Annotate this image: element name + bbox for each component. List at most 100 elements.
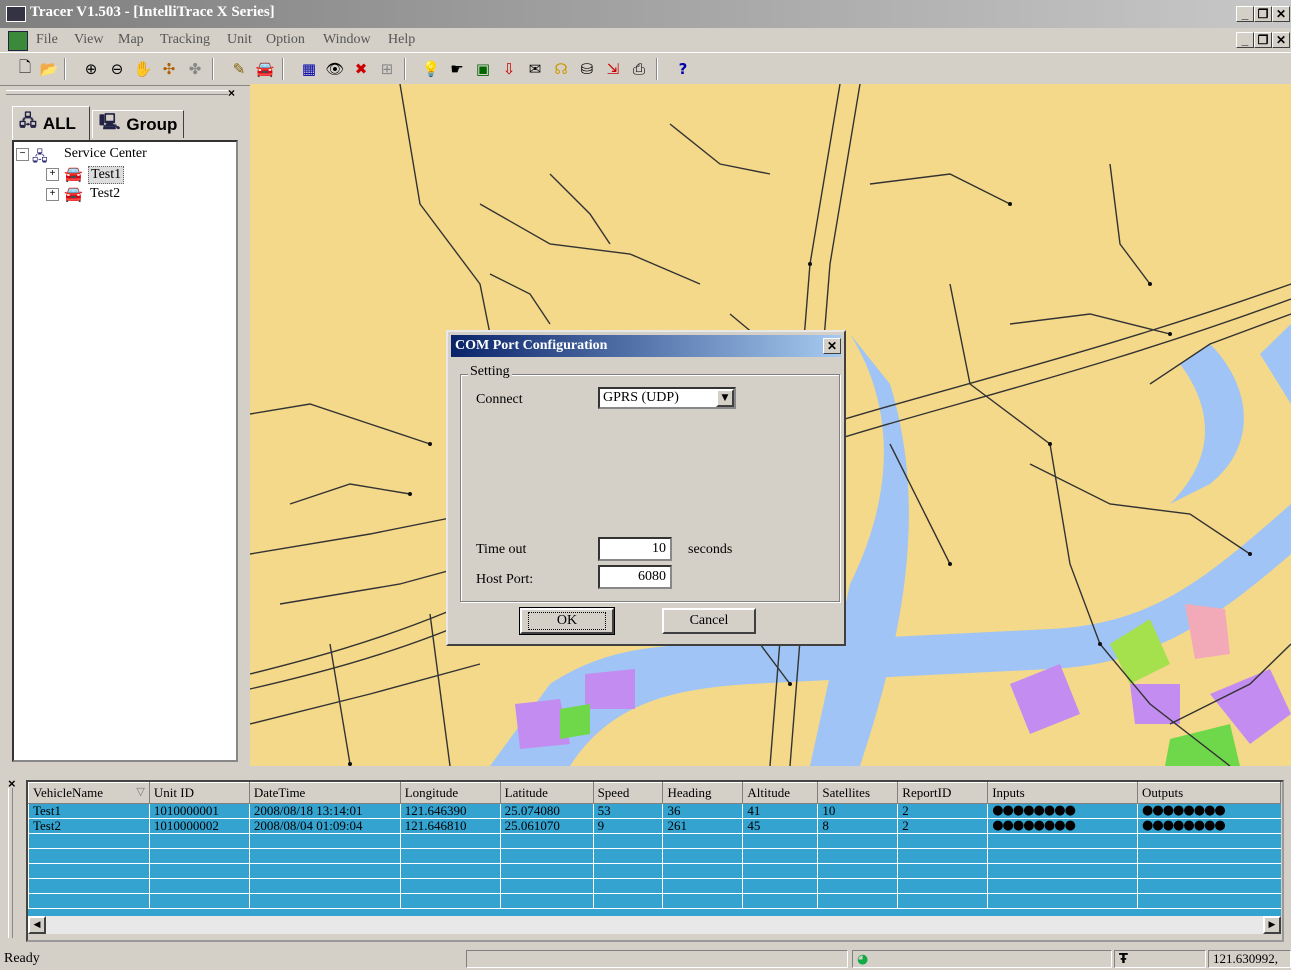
help-icon[interactable]: ?: [672, 58, 694, 80]
collapse-icon[interactable]: −: [16, 148, 29, 161]
zoom-out-icon[interactable]: ⊖: [106, 58, 128, 80]
col-header-reportid[interactable]: ReportID: [897, 782, 989, 804]
col-header-altitude[interactable]: Altitude: [742, 782, 819, 804]
menu-option[interactable]: Option: [266, 32, 305, 48]
dialog-close-button[interactable]: ✕: [823, 338, 841, 354]
scroll-right-icon[interactable]: ▶: [1263, 916, 1281, 934]
menu-view[interactable]: View: [74, 32, 103, 48]
restore-button[interactable]: ❐: [1254, 6, 1272, 22]
table-cell: 8: [817, 818, 898, 834]
map-layer-icon[interactable]: ▦: [298, 58, 320, 80]
connect-select[interactable]: GPRS (UDP) ▼: [598, 387, 736, 409]
hand-point-icon[interactable]: ☛: [446, 58, 468, 80]
empty-row[interactable]: [28, 848, 1281, 864]
vehicle-icon[interactable]: 🚘: [254, 58, 276, 80]
menu-map[interactable]: Map: [118, 32, 144, 48]
table-row[interactable]: Test1 1010000001 2008/08/18 13:14:01 121.64…: [28, 803, 1281, 819]
menu-tracking[interactable]: Tracking: [160, 32, 210, 48]
grid-horizontal-scrollbar[interactable]: ◀ ▶: [28, 916, 1281, 934]
delete-icon[interactable]: ✖: [350, 58, 372, 80]
expand-icon[interactable]: +: [46, 168, 59, 181]
toolbar: 🗋 📂 ⊕ ⊖ ✋ ✣ ✤ ✎ 🚘 ▦ 👁 ✖ ⊞ 💡 ☛ ▣ ⇩ ✉ ☊ ⛁ …: [0, 52, 1291, 86]
listen-icon[interactable]: ☊: [550, 58, 572, 80]
grid-icon[interactable]: ⊞: [376, 58, 398, 80]
table-cell: [148, 833, 250, 849]
col-header-latitude[interactable]: Latitude: [499, 782, 594, 804]
table-cell: [499, 893, 594, 909]
col-header-inputs[interactable]: Inputs: [987, 782, 1139, 804]
menu-file[interactable]: File: [36, 32, 58, 48]
table-cell: [499, 833, 594, 849]
table-cell: [742, 848, 818, 864]
message-icon[interactable]: ✉: [524, 58, 546, 80]
new-icon[interactable]: 🗋: [14, 58, 36, 80]
empty-row[interactable]: [28, 833, 1281, 849]
mdi-restore-button[interactable]: ❐: [1254, 32, 1272, 48]
timeout-unit-label: seconds: [688, 542, 733, 557]
panel-gripper[interactable]: [6, 90, 228, 95]
table-cell: [817, 848, 898, 864]
col-header-datetime[interactable]: DateTime: [248, 782, 401, 804]
tab-group[interactable]: 🖳 Group: [92, 110, 184, 138]
tree-item-test2[interactable]: Test2: [90, 186, 120, 202]
table-cell: 10: [817, 803, 898, 819]
bulb-icon[interactable]: 💡: [420, 58, 442, 80]
cancel-button[interactable]: Cancel: [662, 608, 756, 634]
table-row[interactable]: Test2 1010000002 2008/08/04 01:09:04 121.64…: [28, 818, 1281, 834]
timeout-input[interactable]: 10: [598, 537, 672, 561]
pan-hand-icon[interactable]: ✋: [132, 58, 154, 80]
edit-icon[interactable]: ✎: [228, 58, 250, 80]
app-icon: [6, 6, 26, 22]
hostport-input[interactable]: 6080: [598, 565, 672, 589]
database-icon[interactable]: ⛁: [576, 58, 598, 80]
hostport-label: Host Port:: [476, 572, 534, 587]
table-cell: Test2: [28, 818, 150, 834]
eye-icon[interactable]: 👁: [324, 58, 346, 80]
menu-window[interactable]: Window: [323, 32, 371, 48]
panel-close-icon[interactable]: ×: [228, 86, 235, 100]
col-header-vehiclename[interactable]: VehicleName ▽: [28, 782, 150, 804]
tree-root-label[interactable]: Service Center: [64, 146, 147, 162]
table-cell: [248, 878, 401, 894]
chevron-down-icon[interactable]: ▼: [716, 389, 734, 407]
close-button[interactable]: ✕: [1272, 6, 1290, 22]
scroll-left-icon[interactable]: ◀: [28, 916, 46, 934]
export-icon[interactable]: ⇲: [602, 58, 624, 80]
device-icon[interactable]: ▣: [472, 58, 494, 80]
download-icon[interactable]: ⇩: [498, 58, 520, 80]
ok-button[interactable]: OK: [519, 607, 615, 635]
print-icon[interactable]: ⎙: [628, 58, 650, 80]
menu-unit[interactable]: Unit: [227, 32, 252, 48]
tab-group-label: Group: [126, 114, 178, 134]
col-header-satellites[interactable]: Satellites: [817, 782, 899, 804]
tab-all[interactable]: 🖧 ALL: [12, 106, 90, 140]
open-icon[interactable]: 📂: [38, 58, 60, 80]
mdi-minimize-button[interactable]: _: [1236, 32, 1254, 48]
expand-icon[interactable]: +: [46, 188, 59, 201]
col-header-longitude[interactable]: Longitude: [399, 782, 501, 804]
crosshair-icon[interactable]: ✣: [158, 58, 180, 80]
vehicle-grid: VehicleName ▽ Unit ID DateTime Longitude …: [28, 782, 1281, 916]
col-header-speed[interactable]: Speed: [592, 782, 664, 804]
empty-row[interactable]: [28, 893, 1281, 909]
col-header-heading[interactable]: Heading: [662, 782, 744, 804]
tree-item-test1[interactable]: Test1: [88, 166, 125, 184]
menu-help[interactable]: Help: [388, 32, 415, 48]
tab-all-label: ALL: [42, 113, 76, 133]
col-header-outputs[interactable]: Outputs: [1137, 782, 1281, 804]
table-cell: [592, 878, 663, 894]
measure-icon[interactable]: ✤: [184, 58, 206, 80]
table-cell: 2: [897, 803, 988, 819]
river-shape: [1260, 324, 1291, 404]
zoom-in-icon[interactable]: ⊕: [80, 58, 102, 80]
empty-row[interactable]: [28, 863, 1281, 879]
table-cell: [28, 863, 150, 879]
table-cell: [1137, 863, 1281, 879]
minimize-button[interactable]: _: [1236, 6, 1254, 22]
mdi-close-button[interactable]: ✕: [1272, 32, 1290, 48]
empty-row[interactable]: [28, 878, 1281, 894]
bottom-panel-gripper[interactable]: [8, 788, 13, 938]
col-header-unitid[interactable]: Unit ID: [148, 782, 250, 804]
network-icon: 🖧: [19, 113, 37, 130]
table-cell: [742, 893, 818, 909]
